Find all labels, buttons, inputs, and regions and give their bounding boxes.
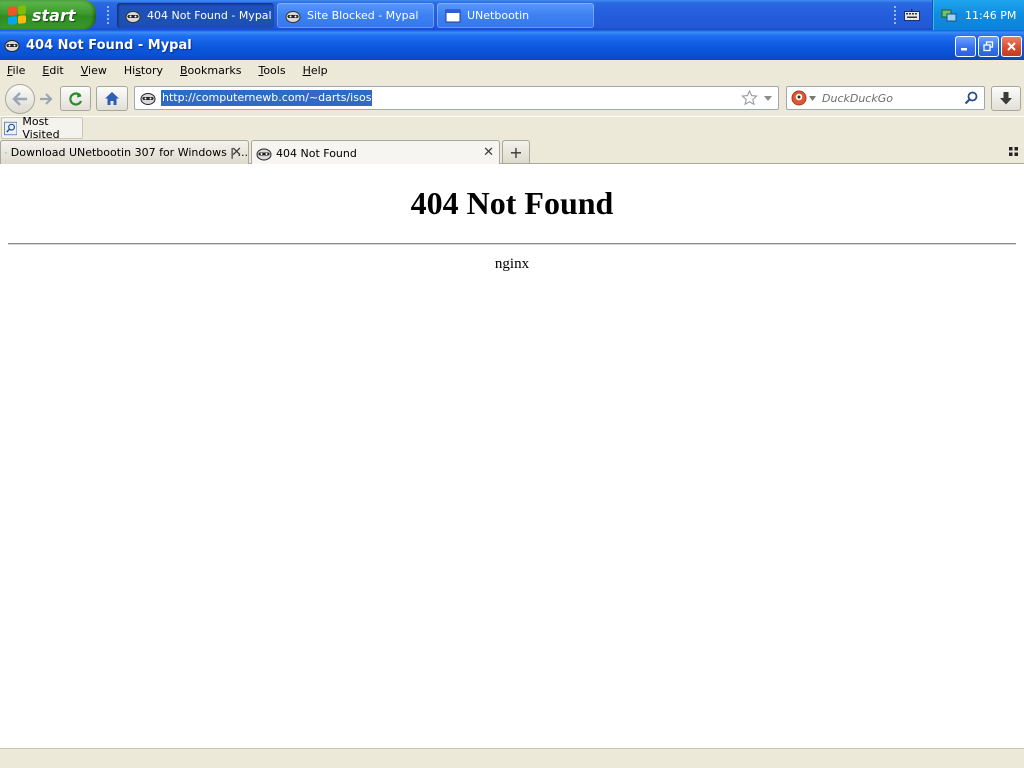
- clock[interactable]: 11:46 PM: [965, 9, 1016, 22]
- minimize-icon: [961, 48, 967, 51]
- menu-view[interactable]: View: [81, 64, 107, 77]
- menu-file[interactable]: File: [7, 64, 25, 77]
- back-arrow-icon: [12, 92, 27, 106]
- mypal-raccoon-icon: [256, 148, 272, 160]
- forward-button[interactable]: [34, 86, 58, 111]
- system-tray: 11:46 PM: [932, 0, 1024, 30]
- bookmarks-toolbar: [0, 117, 1024, 139]
- back-button[interactable]: [5, 84, 35, 114]
- horizontal-rule: [8, 243, 1016, 245]
- taskbar-item-site-blocked[interactable]: Site Blocked - Mypal: [277, 3, 434, 28]
- menu-bookmarks[interactable]: Bookmarks: [180, 64, 241, 77]
- downloads-button[interactable]: [991, 86, 1021, 111]
- menu-edit[interactable]: Edit: [42, 64, 63, 77]
- start-label: start: [32, 5, 76, 25]
- minimize-button[interactable]: [955, 36, 976, 57]
- network-icon[interactable]: [941, 7, 957, 23]
- page-heading: 404 Not Found: [410, 185, 614, 221]
- url-bar[interactable]: http://computernewb.com/~darts/isos: [134, 86, 779, 110]
- tab-label: 404 Not Found: [276, 146, 357, 160]
- windows-logo-icon: [8, 5, 26, 25]
- window-title: 404 Not Found - Mypal: [26, 37, 192, 53]
- search-icon[interactable]: [964, 91, 978, 105]
- reload-button[interactable]: [60, 86, 91, 111]
- forward-arrow-icon: [40, 92, 53, 105]
- taskbar-item-label: Site Blocked - Mypal: [307, 9, 419, 22]
- new-tab-button[interactable]: +: [502, 140, 530, 163]
- tab-list-icon[interactable]: [1009, 147, 1018, 156]
- download-favicon-icon: [5, 151, 7, 154]
- menu-bar: File Edit View History Bookmarks Tools H…: [0, 60, 1024, 80]
- most-visited-icon: [4, 121, 18, 135]
- taskbar-item-404-not-found[interactable]: 404 Not Found - Mypal: [117, 3, 274, 28]
- mypal-raccoon-icon[interactable]: [4, 38, 20, 52]
- tab-close-icon[interactable]: ✕: [231, 145, 242, 160]
- home-button[interactable]: [96, 86, 128, 111]
- home-icon: [105, 92, 119, 105]
- url-input[interactable]: http://computernewb.com/~darts/isos: [161, 90, 373, 106]
- server-signature: nginx: [494, 256, 530, 272]
- restore-icon: [983, 41, 994, 52]
- page-content: [0, 164, 1024, 748]
- tab-label: Download UNetbootin 307 for Windows | ..…: [10, 146, 248, 159]
- start-button[interactable]: start: [0, 0, 96, 30]
- tab-download-unetbootin[interactable]: Download UNetbootin 307 for Windows | ..…: [0, 140, 249, 164]
- restore-button[interactable]: [978, 36, 999, 57]
- most-visited-bookmark[interactable]: Most Visited: [1, 115, 83, 141]
- search-bar[interactable]: [786, 86, 985, 110]
- window-titlebar[interactable]: 404 Not Found - Mypal: [0, 30, 1024, 60]
- tab-close-icon[interactable]: ✕: [483, 145, 494, 160]
- tray-grip[interactable]: [893, 5, 897, 25]
- close-icon: [1007, 42, 1016, 51]
- search-engine-dropdown-icon[interactable]: [809, 95, 816, 101]
- plus-icon: +: [509, 142, 523, 162]
- keyboard-icon[interactable]: [904, 9, 920, 21]
- taskbar-item-label: UNetbootin: [467, 9, 530, 22]
- most-visited-label: Most Visited: [22, 115, 60, 141]
- mypal-raccoon-icon: [285, 10, 301, 23]
- window-icon: [445, 9, 461, 22]
- mypal-raccoon-icon: [125, 10, 141, 23]
- tab-404-not-found[interactable]: 404 Not Found ✕: [251, 140, 500, 165]
- download-arrow-icon: [1000, 92, 1012, 105]
- bookmark-star-icon[interactable]: [741, 90, 758, 106]
- url-dropdown-icon[interactable]: [763, 95, 773, 102]
- site-identity-icon[interactable]: [140, 90, 156, 106]
- menu-tools[interactable]: Tools: [258, 64, 285, 77]
- search-input[interactable]: [822, 91, 962, 105]
- taskbar-grip[interactable]: [106, 5, 110, 25]
- duckduckgo-icon[interactable]: [791, 90, 807, 106]
- reload-icon: [68, 91, 82, 106]
- taskbar-item-unetbootin[interactable]: UNetbootin: [437, 3, 594, 28]
- close-button[interactable]: [1001, 36, 1022, 57]
- taskbar-item-label: 404 Not Found - Mypal: [147, 9, 272, 22]
- menu-history[interactable]: History: [124, 64, 163, 77]
- status-bar: [0, 748, 1024, 768]
- menu-help[interactable]: Help: [303, 64, 328, 77]
